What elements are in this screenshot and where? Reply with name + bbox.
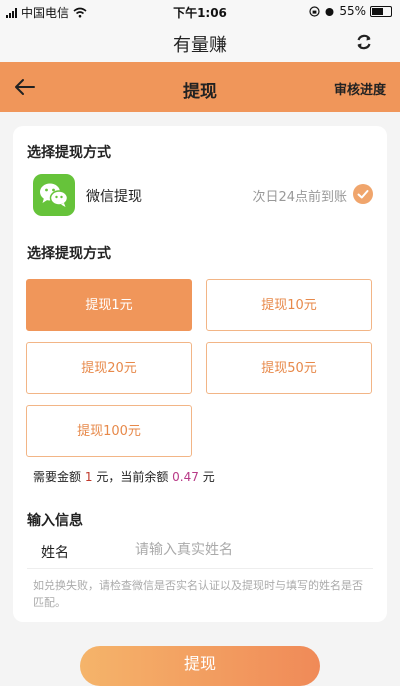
submit-withdraw-button[interactable]: 提现 [80,646,320,686]
wechat-method-label: 微信提现 [86,189,142,205]
required-amount-value: 1 [84,470,93,484]
app-header: 有量赚 [0,22,400,62]
balance-unit: 元 [202,470,215,484]
withdraw-option-20[interactable]: 提现20元 [26,342,192,394]
battery-icon [370,5,392,17]
orientation-lock-icon [309,5,320,17]
withdraw-card: 选择提现方式 微信提现 次日24点前到账 选择提现方式 提现1元 提现10元 提… [13,126,387,622]
amount-section-title: 选择提现方式 [27,246,111,262]
app-title: 有量赚 [173,35,227,56]
withdraw-option-1[interactable]: 提现1元 [26,279,192,331]
hint-text: 如兑换失败，请检查微信是否实名认证以及提现时与填写的姓名是否匹配。 [33,579,363,609]
name-field-label: 姓名 [41,545,69,561]
withdraw-option-10[interactable]: 提现10元 [206,279,372,331]
withdraw-option-100[interactable]: 提现100元 [26,405,192,457]
status-bar: 中国电信 下午1:06 55% [0,0,400,22]
divider [27,568,373,569]
balance-value: 0.47 [172,470,199,484]
balance-info: 需要金额 1 元，当前余额 0.47 元 [33,468,215,485]
withdraw-option-50[interactable]: 提现50元 [206,342,372,394]
alarm-icon [325,7,334,16]
balance-prefix: 元，当前余额 [96,470,169,484]
required-amount-prefix: 需要金额 [33,470,82,484]
wechat-method-option[interactable]: 微信提现 次日24点前到账 [33,174,373,218]
input-section-title: 输入信息 [27,513,83,529]
status-right: 55% [309,4,392,18]
refresh-icon[interactable] [354,32,374,52]
review-progress-link[interactable]: 审核进度 [334,79,386,98]
method-section-title: 选择提现方式 [27,145,111,161]
arrival-time-note: 次日24点前到账 [252,190,347,205]
battery-percent: 55% [339,4,366,18]
wechat-icon [33,174,75,216]
nav-bar: 提现 审核进度 [0,62,400,112]
name-input[interactable] [133,536,367,564]
check-icon [353,184,373,204]
